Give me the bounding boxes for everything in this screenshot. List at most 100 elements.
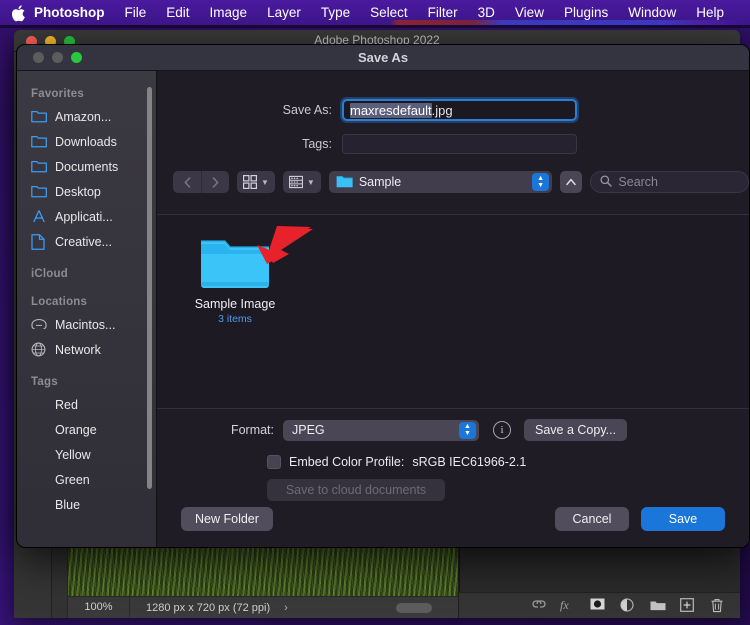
format-label: Format: <box>230 423 274 437</box>
back-button[interactable] <box>173 171 201 193</box>
sidebar-item-macintosh-hd[interactable]: Macintos... <box>17 312 156 337</box>
folder-icon <box>336 174 353 191</box>
search-placeholder: Search <box>618 175 659 189</box>
finder-sidebar[interactable]: Favorites Amazon... Downloads Documents … <box>17 71 157 547</box>
finder-navbar: ▼ ▼ Sample ▲ ▼ Search <box>157 157 749 193</box>
new-layer-icon[interactable] <box>680 597 696 614</box>
delete-layer-icon[interactable] <box>710 598 726 614</box>
sidebar-section-icloud: iCloud <box>31 268 68 280</box>
sidebar-item-label: Desktop <box>55 184 101 199</box>
filename-extension: .jpg <box>431 102 453 118</box>
tag-dot-icon <box>31 422 47 438</box>
enclosing-folder-button[interactable] <box>560 171 583 193</box>
save-button[interactable]: Save <box>641 507 725 531</box>
info-icon[interactable]: i <box>493 421 511 439</box>
chevron-down-icon: ▼ <box>306 177 315 187</box>
sidebar-item-documents[interactable]: Documents <box>17 154 156 179</box>
sidebar-item-label: Downloads <box>55 134 117 149</box>
sidebar-item-desktop[interactable]: Desktop <box>17 179 156 204</box>
zoom-level[interactable]: 100% <box>68 597 130 618</box>
new-group-icon[interactable] <box>650 598 666 614</box>
folder-icon <box>31 109 47 125</box>
tags-field-row: Tags: <box>157 131 749 157</box>
file-item-meta: 3 items <box>218 313 252 325</box>
new-folder-button[interactable]: New Folder <box>181 507 273 531</box>
sidebar-section-favorites: Favorites <box>31 88 84 100</box>
folder-icon <box>31 134 47 150</box>
save-as-footer: New Folder Cancel Save <box>157 507 749 531</box>
filename-selected-text: maxresdefault <box>350 102 432 118</box>
save-to-cloud-documents-button[interactable]: Save to cloud documents <box>267 479 445 501</box>
embed-color-profile-checkbox[interactable] <box>267 455 281 469</box>
red-arrow-annotation <box>253 223 315 276</box>
save-as-dialog: Save As Favorites Amazon... Downloads Do… <box>16 44 750 548</box>
sidebar-item-label: Orange <box>55 422 97 437</box>
folder-icon <box>31 184 47 200</box>
current-folder-label: Sample <box>358 175 402 189</box>
sidebar-tag-green[interactable]: Green <box>17 467 156 492</box>
current-folder-dropdown[interactable]: Sample ▲ ▼ <box>328 171 553 193</box>
embed-color-profile-row: Embed Color Profile: sRGB IEC61966-2.1 <box>267 455 749 469</box>
horizontal-scrollbar[interactable] <box>396 603 432 613</box>
sidebar-item-label: Blue <box>55 497 81 512</box>
save-as-label: Save As: <box>282 103 332 117</box>
sidebar-section-locations: Locations <box>31 296 88 308</box>
tag-dot-icon <box>31 447 47 463</box>
save-as-field-row: Save As: maxresdefault .jpg <box>157 97 749 123</box>
layers-panel-toolbar[interactable]: fx <box>459 592 740 618</box>
embed-color-profile-value: sRGB IEC61966-2.1 <box>412 455 527 469</box>
document-icon <box>31 233 47 250</box>
sidebar-tag-orange[interactable]: Orange <box>17 417 156 442</box>
format-stepper-icon[interactable]: ▲ ▼ <box>459 421 476 439</box>
sidebar-item-label: Yellow <box>55 447 91 462</box>
sidebar-item-downloads[interactable]: Downloads <box>17 129 156 154</box>
sidebar-item-label: Green <box>55 472 90 487</box>
list-view-button[interactable]: ▼ <box>282 171 321 193</box>
format-dropdown[interactable]: JPEG ▲ ▼ <box>283 419 479 441</box>
layer-mask-icon[interactable] <box>590 598 606 614</box>
file-browser-area[interactable]: Sample Image 3 items <box>157 214 749 409</box>
layer-style-fx-icon[interactable]: fx <box>560 598 576 614</box>
apple-logo-icon[interactable] <box>12 4 26 21</box>
link-layers-icon[interactable] <box>530 598 546 614</box>
sidebar-item-label: Network <box>55 342 101 357</box>
macos-menubar[interactable]: Photoshop File Edit Image Layer Type Sel… <box>0 0 750 25</box>
tags-input[interactable] <box>342 134 577 154</box>
nav-history-buttons[interactable] <box>173 171 229 193</box>
sidebar-item-label: Documents <box>55 159 119 174</box>
sidebar-item-applications[interactable]: Applicati... <box>17 204 156 229</box>
tag-dot-icon <box>31 497 47 513</box>
sidebar-item-label: Macintos... <box>55 317 116 332</box>
format-value: JPEG <box>292 423 325 437</box>
filename-input[interactable]: maxresdefault .jpg <box>342 99 577 121</box>
save-options-form: Format: JPEG ▲ ▼ i Save a Copy... Embed C… <box>157 419 749 501</box>
adjustment-layer-icon[interactable] <box>620 597 636 614</box>
search-icon <box>600 174 613 190</box>
tags-label: Tags: <box>302 137 332 151</box>
search-input[interactable]: Search <box>590 171 749 193</box>
desktop-background: Adobe Photoshop 2022 5 5 0 <box>0 0 750 625</box>
tag-dot-icon <box>31 397 47 413</box>
sidebar-item-label: Creative... <box>55 234 112 249</box>
forward-button[interactable] <box>201 171 229 193</box>
document-status-bar: 100% 1280 px x 720 px (72 ppi) › <box>68 596 458 618</box>
sidebar-tag-yellow[interactable]: Yellow <box>17 442 156 467</box>
sidebar-tag-red[interactable]: Red <box>17 392 156 417</box>
folder-stepper-icon[interactable]: ▲ ▼ <box>532 173 550 191</box>
globe-icon <box>31 342 47 358</box>
folder-icon <box>31 159 47 175</box>
sidebar-item-creative[interactable]: Creative... <box>17 229 156 254</box>
save-as-body: Favorites Amazon... Downloads Documents … <box>17 71 749 547</box>
save-a-copy-button[interactable]: Save a Copy... <box>524 419 628 441</box>
sidebar-scrollbar[interactable] <box>147 87 152 489</box>
sidebar-tag-blue[interactable]: Blue <box>17 492 156 517</box>
save-as-title: Save As <box>357 50 409 65</box>
tag-dot-icon <box>31 472 47 488</box>
sidebar-item-label: Red <box>55 397 78 412</box>
status-expand-arrow[interactable]: › <box>284 602 288 614</box>
sidebar-section-tags: Tags <box>31 376 58 388</box>
sidebar-item-amazon[interactable]: Amazon... <box>17 104 156 129</box>
icon-view-button[interactable]: ▼ <box>237 171 275 193</box>
cancel-button[interactable]: Cancel <box>555 507 629 531</box>
sidebar-item-network[interactable]: Network <box>17 337 156 362</box>
